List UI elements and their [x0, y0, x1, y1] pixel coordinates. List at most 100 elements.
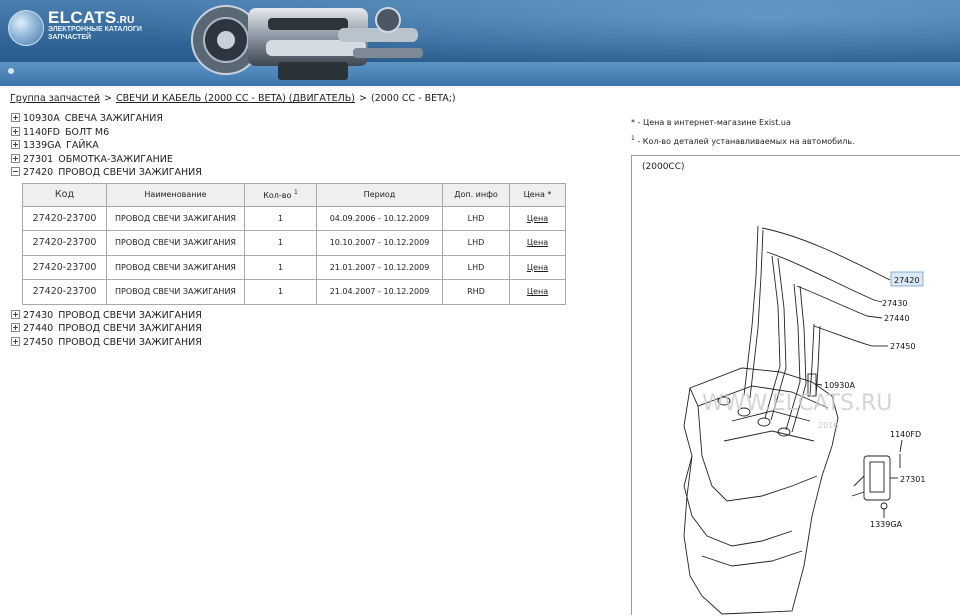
- qty-note-marker: 1: [631, 135, 635, 142]
- column-header-name: Наименование: [106, 182, 245, 207]
- tree-item-code: 1140FD: [23, 126, 60, 138]
- breadcrumb: Группа запчастей > СВЕЧИ И КАБЕЛЬ (2000 CC…: [10, 93, 456, 104]
- tree-item-name: БОЛТ M6: [64, 126, 110, 138]
- cell-info: LHD: [442, 230, 510, 256]
- leader-line: [873, 299, 883, 303]
- nut: [880, 502, 888, 510]
- tree-item-name: ПРОВОД СВЕЧИ ЗАЖИГАНИЯ: [58, 336, 202, 348]
- tree-item-code: 27450: [23, 336, 54, 348]
- tree-item-code: 27301: [23, 153, 54, 165]
- diagram-watermark-date: 2016: [818, 421, 838, 430]
- collapse-minus-icon[interactable]: [11, 167, 20, 176]
- site-header: ELCATS.RU ЭЛЕКТРОННЫЕ КАТАЛОГИ ЗАПЧАСТЕЙ: [0, 0, 960, 86]
- cell-period: 04.09.2006 - 10.12.2009: [316, 205, 443, 231]
- spark-plug-wire: [761, 227, 883, 277]
- diagram-drawing: WWW.ELCATS.RU 2016 27420 27430 27440 274…: [683, 225, 925, 615]
- cell-code: 27420-23700: [22, 230, 107, 256]
- tree-item-name: ОБМОТКА-ЗАЖИГАНИЕ: [58, 153, 173, 165]
- cell-qty: 1: [244, 205, 317, 231]
- column-header-qty: Кол-во 1: [244, 182, 317, 207]
- callout-1339ga[interactable]: 1339GA: [870, 520, 903, 529]
- cell-price: Цена: [509, 205, 566, 231]
- site-logo[interactable]: ELCATS.RU: [48, 8, 135, 28]
- tree-item-27430[interactable]: 27430 ПРОВОД СВЕЧИ ЗАЖИГАНИЯ: [10, 309, 600, 323]
- cell-period: 21.04.2007 - 10.12.2009: [316, 279, 443, 305]
- tree-item-name: ГАЙКА: [66, 140, 99, 151]
- tree-item-27450[interactable]: 27450 ПРОВОД СВЕЧИ ЗАЖИГАНИЯ: [10, 336, 600, 350]
- tree-item-code: 27440: [23, 323, 54, 334]
- tree-item-name: СВЕЧА ЗАЖИГАНИЯ: [64, 113, 163, 124]
- logo-globe-icon[interactable]: [8, 10, 44, 46]
- callout-27450[interactable]: 27450: [890, 342, 915, 351]
- cell-qty: 1: [244, 230, 317, 256]
- cell-name: ПРОВОД СВЕЧИ ЗАЖИГАНИЯ: [106, 230, 245, 256]
- expand-plus-icon[interactable]: [11, 323, 20, 332]
- engine-block-outline: [683, 455, 793, 547]
- cell-price: Цена: [509, 254, 566, 280]
- tree-item-code: 27430: [23, 309, 54, 321]
- tree-item-1339ga[interactable]: 1339GA ГАЙКА: [10, 139, 600, 153]
- expand-plus-icon[interactable]: [11, 113, 20, 122]
- table-header-row: Код Наименование Кол-во 1 Период Доп. ин…: [22, 182, 566, 207]
- cell-period: 10.10.2007 - 10.12.2009: [316, 230, 443, 256]
- callout-27430[interactable]: 27430: [882, 299, 907, 308]
- leader-line: [866, 315, 883, 319]
- cell-info: RHD: [442, 279, 510, 305]
- price-link[interactable]: Цена: [527, 238, 548, 247]
- expand-plus-icon[interactable]: [11, 153, 20, 163]
- callout-27440[interactable]: 27440: [884, 314, 909, 323]
- expand-plus-icon[interactable]: [11, 126, 20, 136]
- logo-tagline: ЭЛЕКТРОННЫЕ КАТАЛОГИ ЗАПЧАСТЕЙ: [48, 26, 142, 41]
- column-header-info: Доп. инфо: [442, 182, 510, 207]
- engine-banner-image: [191, 5, 423, 80]
- cell-code: 27420-23700: [22, 254, 107, 280]
- callout-1140fd[interactable]: 1140FD: [890, 430, 921, 439]
- ignition-coil: [869, 461, 885, 493]
- table-row: 27420-23700 ПРОВОД СВЕЧИ ЗАЖИГАНИЯ 1 21.…: [22, 254, 566, 280]
- tree-item-27301[interactable]: 27301 ОБМОТКА-ЗАЖИГАНИЕ: [10, 153, 600, 167]
- tree-item-code: 10930A: [23, 113, 60, 124]
- ignition-coil: [863, 455, 891, 501]
- tree-item-1140fd[interactable]: 1140FD БОЛТ M6: [10, 126, 600, 140]
- cell-qty: 1: [244, 254, 317, 280]
- engine-block-outline: [701, 550, 803, 567]
- header-stripe: [0, 62, 960, 86]
- cell-code: 27420-23700: [22, 279, 107, 305]
- engine-block-outline: [723, 430, 815, 442]
- ignition-coil: [851, 475, 865, 497]
- breadcrumb-link-category[interactable]: СВЕЧИ И КАБЕЛЬ (2000 CC - BETA) (ДВИГАТЕ…: [116, 93, 355, 104]
- expand-plus-icon[interactable]: [11, 140, 20, 149]
- breadcrumb-link-group[interactable]: Группа запчастей: [10, 93, 100, 104]
- engine-block-outline: [697, 405, 818, 502]
- table-row: 27420-23700 ПРОВОД СВЕЧИ ЗАЖИГАНИЯ 1 04.…: [22, 205, 566, 231]
- price-link[interactable]: Цена: [527, 263, 548, 272]
- logo-name: ELCATS: [48, 8, 117, 27]
- logo-suffix: .RU: [116, 15, 135, 26]
- qty-note-text: - Кол-во деталей устанавливаемых на авто…: [637, 137, 855, 146]
- column-header-code: Код: [22, 182, 107, 207]
- plug-well-hole: [757, 417, 771, 427]
- tree-item-10930a[interactable]: 10930A СВЕЧА ЗАЖИГАНИЯ: [10, 112, 600, 126]
- price-note-marker: *: [631, 118, 635, 127]
- column-header-price: Цена *: [509, 182, 566, 207]
- breadcrumb-separator: >: [104, 93, 112, 104]
- expand-plus-icon[interactable]: [11, 336, 20, 346]
- spark-plug-boot: [809, 323, 815, 397]
- tree-item-27420[interactable]: 27420 ПРОВОД СВЕЧИ ЗАЖИГАНИЯ: [10, 166, 600, 180]
- callout-27301[interactable]: 27301: [900, 475, 925, 484]
- parts-tree: 10930A СВЕЧА ЗАЖИГАНИЯ 1140FD БОЛТ M6 1339…: [10, 112, 600, 349]
- tree-item-code: 1339GA: [23, 140, 62, 151]
- qty-note: 1 - Кол-во деталей устанавливаемых на ав…: [631, 135, 855, 146]
- column-header-qty-label: Кол-во: [263, 191, 292, 200]
- tree-item-27440[interactable]: 27440 ПРОВОД СВЕЧИ ЗАЖИГАНИЯ: [10, 322, 600, 336]
- cell-price: Цена: [509, 279, 566, 305]
- breadcrumb-separator: >: [359, 93, 367, 104]
- callout-27420[interactable]: 27420: [894, 276, 919, 285]
- price-link[interactable]: Цена: [527, 214, 548, 223]
- spark-plug-wire: [813, 325, 873, 347]
- price-link[interactable]: Цена: [527, 287, 548, 296]
- expand-plus-icon[interactable]: [11, 309, 20, 319]
- callout-10930a[interactable]: 10930A: [824, 381, 855, 390]
- breadcrumb-current: (2000 CC - BETA;): [370, 93, 456, 104]
- plug-well-hole: [777, 427, 791, 437]
